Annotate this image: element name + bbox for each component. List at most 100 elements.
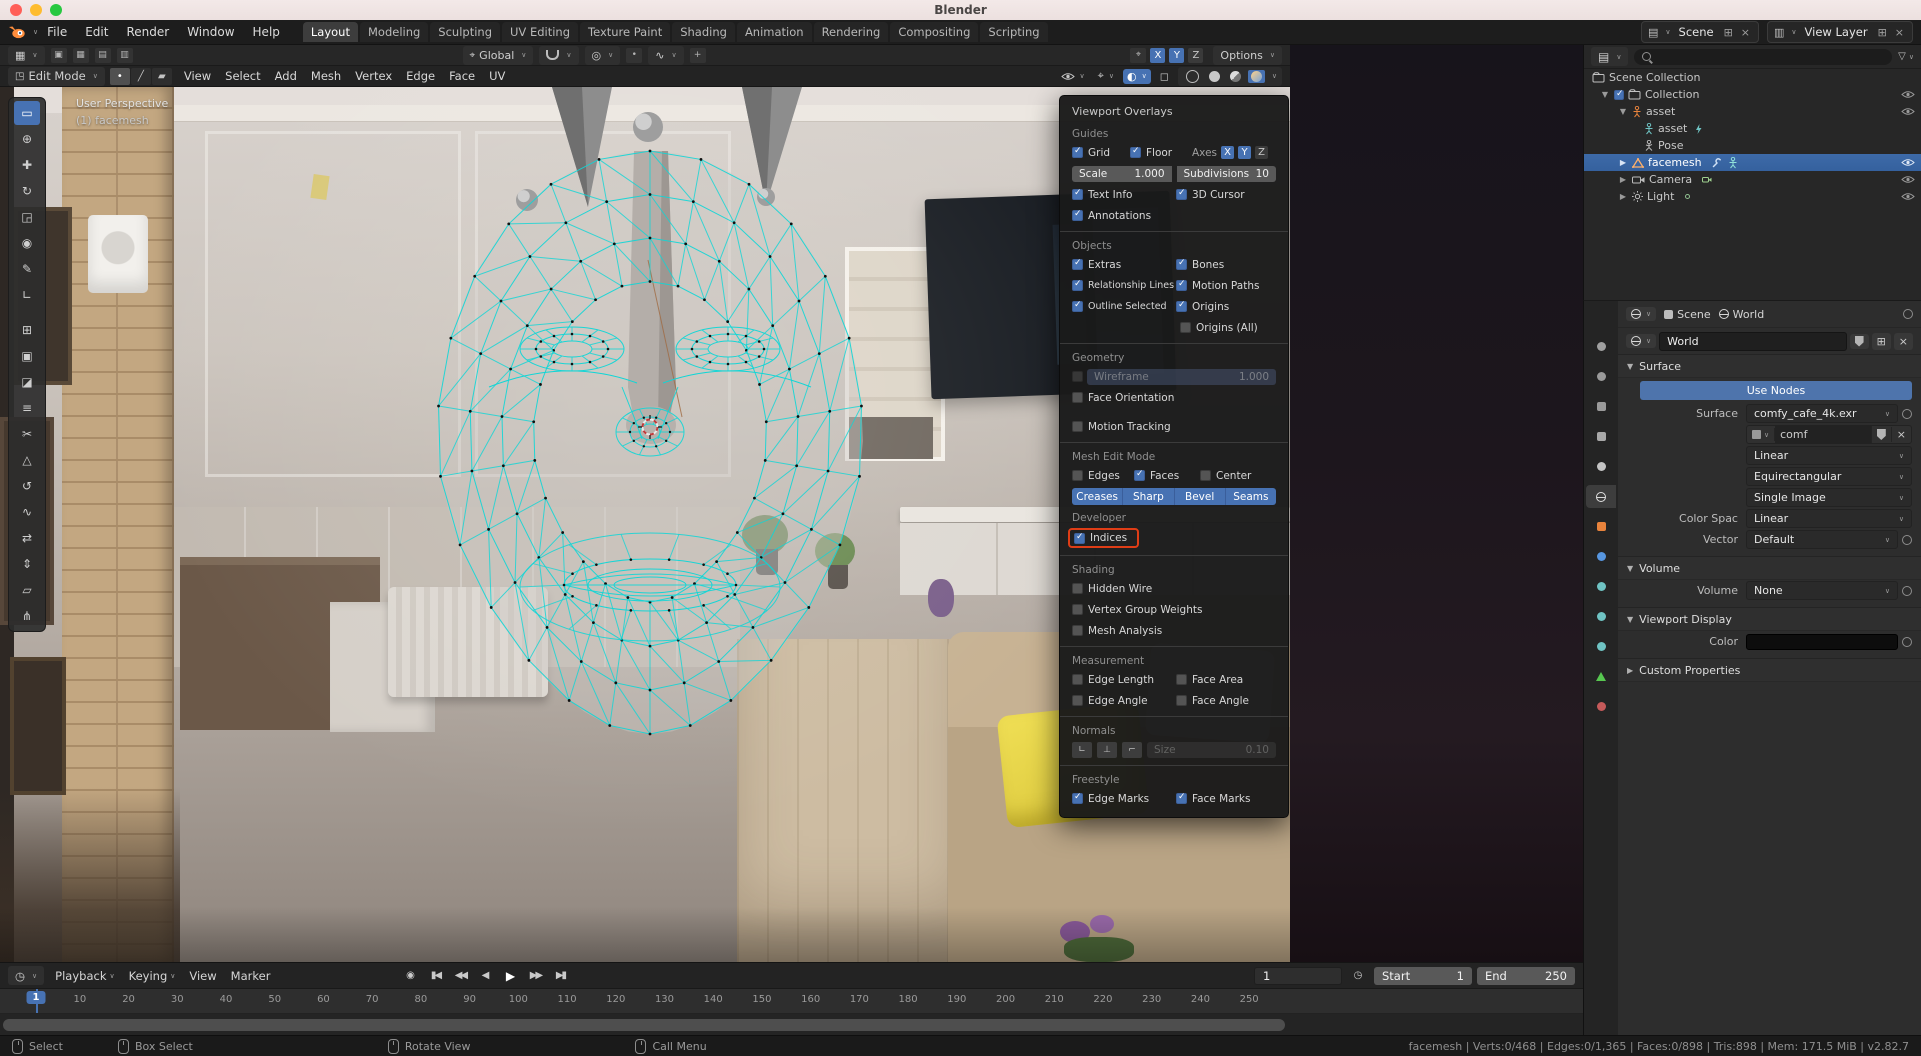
tool-cursor[interactable]: ⊕ [14,127,40,151]
tab-sculpting[interactable]: Sculpting [430,22,500,42]
edge-select-mode-button[interactable]: ╱ [131,68,151,85]
pin-icon[interactable] [1903,309,1913,319]
overlay-bones[interactable]: Bones [1176,259,1224,271]
edge-length-checkbox[interactable] [1072,674,1083,685]
browse-image-button[interactable]: ∨ [1747,428,1775,441]
timeline-ruler[interactable]: 1 10203040506070809010011012013014015016… [0,989,1583,1014]
vertex-normals-button[interactable]: ∟ [1072,742,1092,758]
tool-transform[interactable]: ◉ [14,231,40,255]
motion-paths-checkbox[interactable] [1176,280,1187,291]
tool-extrude-region[interactable]: ⊞ [14,318,40,342]
viewport-menu-select[interactable]: Select [218,68,267,84]
edges-checkbox[interactable] [1072,470,1083,481]
viewport-display-panel-header[interactable]: ▼Viewport Display [1618,607,1921,631]
projection-dropdown[interactable]: Equirectangular∨ [1746,467,1912,486]
menu-render[interactable]: Render [117,23,178,41]
animate-dot-icon[interactable] [1902,535,1912,545]
properties-tab-view-layer[interactable] [1586,425,1616,448]
timeline-menu-playback[interactable]: Playback∨ [48,968,121,984]
eye-icon[interactable] [1901,192,1915,201]
jump-to-end-button[interactable]: ▶▮ [549,967,571,984]
overlay-annotations[interactable]: Annotations [1072,210,1151,222]
outliner-row-collection[interactable]: ▼ Collection [1584,86,1921,103]
overlay-origins[interactable]: Origins [1176,301,1229,313]
tab-uv-editing[interactable]: UV Editing [502,22,578,42]
falloff-dropdown[interactable]: ∿∨ [648,46,683,65]
vertex-select-mode-button[interactable]: • [110,68,130,85]
grid-checkbox[interactable] [1072,147,1083,158]
breadcrumb-world[interactable]: World [1719,308,1765,321]
outliner-row-light[interactable]: ▶ Light [1584,188,1921,205]
creases-toggle[interactable]: Creases [1072,488,1123,505]
play-reverse-button[interactable]: ◀ [474,967,496,984]
center-checkbox[interactable] [1200,470,1211,481]
overlay-edge-marks[interactable]: Edge Marks [1072,793,1172,805]
tab-modeling[interactable]: Modeling [360,22,428,42]
proportional-editing-toggle[interactable]: ◎∨ [585,46,621,65]
axis-y-toggle[interactable]: Y [1169,48,1184,63]
face-orientation-checkbox[interactable] [1072,392,1083,403]
auto-keyframe-button[interactable]: ◉ [399,967,421,984]
vector-dropdown[interactable]: Default∨ [1746,530,1898,549]
text-info-checkbox[interactable] [1072,189,1083,200]
overlay-face-angle[interactable]: Face Angle [1176,695,1249,707]
outliner-row-scene-collection[interactable]: Scene Collection [1584,69,1921,86]
overlay-axis-y-toggle[interactable]: Y [1238,146,1251,159]
tab-texture-paint[interactable]: Texture Paint [580,22,670,42]
tool-shear[interactable]: ▱ [14,578,40,602]
tab-scripting[interactable]: Scripting [980,22,1047,42]
viewport-menu-uv[interactable]: UV [482,68,512,84]
overlay-text-info[interactable]: Text Info [1072,189,1172,201]
tool-shrink-fatten[interactable]: ⇕ [14,552,40,576]
overlay-axis-x-toggle[interactable]: X [1221,146,1234,159]
overlay-origins-all[interactable]: Origins (All) [1180,322,1258,334]
overlay-outline-selected[interactable]: Outline Selected [1072,301,1172,312]
grid-subdivisions-field[interactable]: Subdivisions10 [1177,166,1277,182]
overlay-indices[interactable]: Indices [1074,532,1127,544]
edge-marks-checkbox[interactable] [1072,793,1083,804]
axis-x-toggle[interactable]: X [1150,48,1165,63]
expand-icon[interactable]: ▼ [1618,107,1628,116]
properties-tab-material[interactable] [1586,695,1616,718]
overlay-face-area[interactable]: Face Area [1176,674,1243,686]
play-button[interactable]: ▶ [499,967,521,984]
interpolation-dropdown[interactable]: Linear∨ [1746,446,1912,465]
properties-tab-modifiers[interactable] [1586,545,1616,568]
outliner-row-asset[interactable]: ▼ asset [1584,103,1921,120]
animate-dot-icon[interactable] [1902,586,1912,596]
tool-rip-region[interactable]: ⋔ [14,604,40,628]
viewport-menu-vertex[interactable]: Vertex [348,68,399,84]
tab-compositing[interactable]: Compositing [890,22,978,42]
tool-knife[interactable]: ✂ [14,422,40,446]
volume-shader-dropdown[interactable]: None∨ [1746,581,1898,600]
face-angle-checkbox[interactable] [1176,695,1187,706]
properties-tab-scene[interactable] [1586,455,1616,478]
grid-scale-field[interactable]: Scale1.000 [1072,166,1172,182]
seams-toggle[interactable]: Seams [1226,488,1276,505]
overlay-hidden-wire[interactable]: Hidden Wire [1072,583,1152,595]
mesh-analysis-checkbox[interactable] [1072,625,1083,636]
expand-icon[interactable]: ▶ [1618,175,1628,184]
mode-selector[interactable]: ◳ Edit Mode ∨ [8,67,105,86]
viewport-3d[interactable]: User Perspective (1) facemesh ▭⊕✚↻◲◉✎∟⊞▣… [0,87,1290,962]
jump-to-start-button[interactable]: ▮◀ [424,967,446,984]
cursor-3d-checkbox[interactable] [1176,189,1187,200]
face-marks-checkbox[interactable] [1176,793,1187,804]
axis-z-toggle[interactable]: Z [1188,48,1203,63]
world-name-field[interactable]: World [1659,332,1846,351]
current-frame-field[interactable]: 1 [1254,967,1342,985]
menu-file[interactable]: File [38,23,76,41]
overlay-face-marks[interactable]: Face Marks [1176,793,1250,805]
tool-option-icon[interactable]: ▣ [51,48,67,63]
surface-panel-header[interactable]: ▼Surface [1618,354,1921,378]
overlay-edge-length[interactable]: Edge Length [1072,674,1172,686]
origins-checkbox[interactable] [1176,301,1187,312]
properties-tab-object-data[interactable] [1586,665,1616,688]
wireframe-shading-button[interactable] [1183,69,1202,84]
unlink-image-button[interactable]: × [1892,426,1911,443]
properties-tab-particles[interactable] [1586,575,1616,598]
overlay-3d-cursor[interactable]: 3D Cursor [1176,189,1245,201]
wireframe-slider[interactable]: Wireframe1.000 [1087,369,1276,385]
tool-smooth[interactable]: ∿ [14,500,40,524]
outliner-search-input[interactable] [1634,49,1892,65]
